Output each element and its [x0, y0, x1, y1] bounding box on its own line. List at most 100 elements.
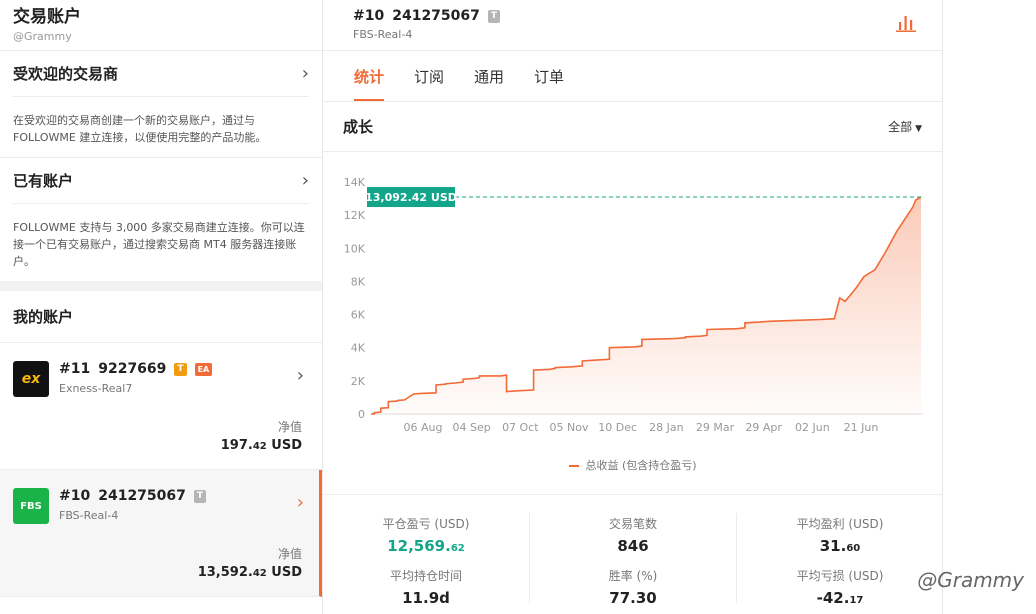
x-tick-label: 06 Aug	[404, 421, 443, 434]
current-value-label: 13,092.42 USD	[365, 191, 457, 204]
page-title: 交易账户	[13, 7, 81, 27]
account-index: #11	[59, 361, 91, 377]
metrics-panel: 平仓盈亏 (USD) 12,569.62 交易笔数 846 平均盈利 (USD)…	[323, 494, 943, 614]
growth-header: 成长 全部 ▼	[323, 102, 942, 152]
y-tick-label: 10K	[344, 242, 366, 255]
legend-swatch	[569, 465, 580, 467]
x-tick-label: 10 Dec	[598, 421, 637, 434]
y-tick-label: 2K	[351, 375, 366, 388]
existing-account-link[interactable]: 已有账户 ›	[13, 158, 309, 204]
account-net-value: 净值 197.42 USD	[221, 418, 302, 453]
metric-value-dec: 62	[450, 543, 465, 554]
range-filter-dropdown[interactable]: 全部 ▼	[888, 118, 922, 135]
popular-brokers-title: 受欢迎的交易商	[13, 65, 119, 83]
x-tick-label: 29 Mar	[696, 421, 735, 434]
tab-orders[interactable]: 订单	[519, 51, 579, 101]
metric-trade-count: 交易笔数 846	[530, 515, 736, 555]
sidebar-header: 交易账户 @Grammy	[0, 0, 322, 51]
popular-brokers-link[interactable]: 受欢迎的交易商 ›	[13, 51, 309, 97]
caret-down-icon: ▼	[915, 124, 922, 134]
ea-badge: EA	[194, 362, 213, 376]
y-tick-label: 4K	[351, 342, 366, 355]
account-net-value: 净值 13,592.42 USD	[198, 545, 302, 580]
bar-chart-icon[interactable]	[896, 14, 916, 32]
x-tick-label: 04 Sep	[453, 421, 491, 434]
y-tick-label: 14K	[344, 176, 366, 189]
account-index: #10	[353, 8, 385, 24]
metric-value-dec: 60	[846, 543, 861, 554]
chevron-right-icon: ›	[296, 365, 304, 386]
metric-value: 11.9d	[402, 589, 450, 607]
x-tick-label: 05 Nov	[550, 421, 589, 434]
metric-value: 31.	[819, 537, 847, 555]
net-value-int: 197.	[220, 438, 253, 453]
fbs-logo-icon: FBS	[13, 488, 49, 524]
legend-label: 总收益 (包含持仓盈亏)	[585, 459, 697, 472]
chevron-right-icon: ›	[301, 169, 309, 191]
metric-value-dec: 17	[849, 595, 864, 606]
metric-avg-loss: 平均亏损 (USD) -42.17	[737, 567, 943, 607]
growth-chart: 0 2K 4K 6K 8K 10K 12K 14K 06 Aug 04 Sep 07 Oct 05 N…	[323, 152, 942, 492]
chart-legend: 总收益 (包含持仓盈亏)	[323, 457, 943, 473]
tab-subscribe[interactable]: 订阅	[399, 51, 459, 101]
popular-brokers-desc: 在受欢迎的交易商创建一个新的交易账户，通过与 FOLLOWME 建立连接，以便使…	[13, 114, 267, 144]
metric-value: -42.	[816, 589, 850, 607]
section-gap	[0, 281, 322, 291]
metric-label: 平均亏损 (USD)	[796, 569, 884, 583]
main-panel: #10 241275067 T FBS-Real-4 统计 订阅 通用 订单 成…	[323, 0, 943, 614]
metric-label: 胜率 (%)	[608, 569, 658, 583]
account-number: 241275067	[98, 488, 186, 504]
net-value-currency: USD	[271, 438, 302, 453]
account-index: #10	[59, 488, 91, 504]
metric-label: 平均持仓时间	[389, 569, 462, 583]
metric-value: 12,569.	[387, 537, 451, 555]
x-tick-label: 21 Jun	[844, 421, 879, 434]
y-tick-label: 6K	[351, 309, 366, 322]
trader-badge: T	[487, 9, 501, 23]
net-value-label: 净值	[277, 547, 302, 561]
sidebar: 交易账户 @Grammy 受欢迎的交易商 › 在受欢迎的交易商创建一个新的交易账…	[0, 0, 323, 614]
account-number: 241275067	[392, 8, 480, 24]
trader-badge: T	[193, 489, 207, 503]
metric-label: 平均盈利 (USD)	[796, 517, 884, 531]
metric-label: 平仓盈亏 (USD)	[382, 517, 470, 531]
account-server: FBS-Real-4	[59, 509, 119, 522]
account-card[interactable]: ex #11 9227669 T EA Exness-Real7 › 净值 19…	[0, 343, 322, 470]
chevron-right-icon: ›	[296, 492, 304, 513]
tab-bar: 统计 订阅 通用 订单	[323, 51, 942, 102]
y-tick-label: 0	[358, 408, 365, 421]
net-value-dec: 42	[252, 441, 267, 452]
metric-value: 846	[617, 537, 649, 555]
net-value-int: 13,592.	[197, 565, 253, 580]
popular-brokers-section: 受欢迎的交易商 › 在受欢迎的交易商创建一个新的交易账户，通过与 FOLLOWM…	[0, 51, 322, 157]
metric-avg-hold-time: 平均持仓时间 11.9d	[323, 567, 529, 607]
growth-chart-svg: 0 2K 4K 6K 8K 10K 12K 14K 06 Aug 04 Sep 07 Oct 05 N…	[344, 176, 923, 434]
existing-account-section: 已有账户 › FOLLOWME 支持与 3,000 多家交易商建立连接。你可以连…	[0, 158, 322, 281]
tab-stats[interactable]: 统计	[339, 51, 399, 101]
account-server: Exness-Real7	[59, 382, 133, 395]
net-value-label: 净值	[277, 420, 302, 434]
account-number: 9227669	[98, 361, 167, 377]
net-value-currency: USD	[271, 565, 302, 580]
range-filter-label: 全部	[888, 120, 913, 134]
trader-badge: T	[174, 362, 187, 376]
account-card-active[interactable]: FBS #10 241275067 T FBS-Real-4 › 净值 13,5…	[0, 470, 322, 597]
exness-logo-icon: ex	[13, 361, 49, 397]
existing-account-title: 已有账户	[13, 172, 74, 190]
existing-account-desc: FOLLOWME 支持与 3,000 多家交易商建立连接。你可以连接一个已有交易…	[13, 221, 305, 268]
metric-value: 77.30	[609, 589, 657, 607]
metric-label: 交易笔数	[608, 517, 657, 531]
section-title: 成长	[343, 118, 374, 136]
y-tick-label: 8K	[351, 275, 366, 288]
metric-closed-pnl: 平仓盈亏 (USD) 12,569.62	[323, 515, 529, 555]
metric-win-rate: 胜率 (%) 77.30	[530, 567, 736, 607]
metric-avg-profit: 平均盈利 (USD) 31.60	[737, 515, 943, 555]
x-tick-label: 29 Apr	[745, 421, 782, 434]
account-header: #10 241275067 T FBS-Real-4	[323, 0, 942, 51]
watermark: @Grammy	[917, 568, 1024, 592]
account-server: FBS-Real-4	[353, 28, 413, 41]
x-tick-label: 28 Jan	[649, 421, 683, 434]
chevron-right-icon: ›	[301, 62, 309, 84]
tab-general[interactable]: 通用	[459, 51, 519, 101]
y-tick-label: 12K	[344, 209, 366, 222]
